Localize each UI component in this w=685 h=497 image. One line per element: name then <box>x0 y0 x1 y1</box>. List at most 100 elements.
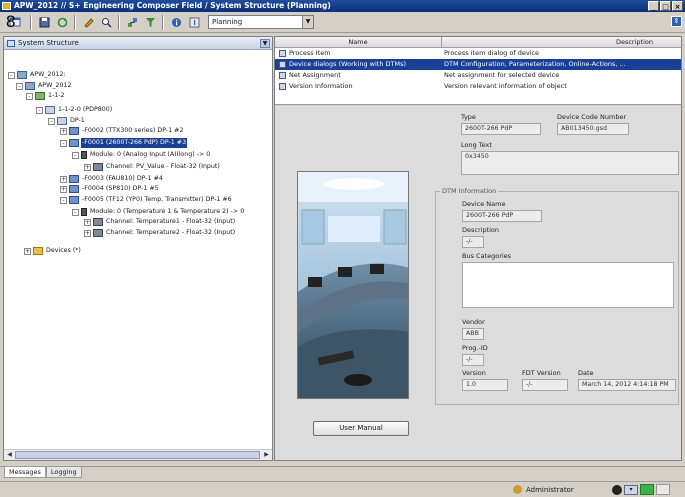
tree-node[interactable]: + Channel: PV_Value - Float-32 (Input) <box>84 162 221 172</box>
expand-icon[interactable]: + <box>60 127 67 135</box>
save-icon[interactable] <box>36 14 52 30</box>
device-code-field: AB013450.gsd <box>557 123 629 135</box>
connection-icon <box>612 484 622 495</box>
list-item[interactable]: Version Information Version relevant info… <box>275 81 681 92</box>
network-icon[interactable] <box>124 14 140 30</box>
expand-icon[interactable]: + <box>84 218 91 226</box>
horizontal-scrollbar[interactable]: ◀ ▶ <box>4 449 272 460</box>
chevron-down-icon[interactable]: ▼ <box>260 39 270 48</box>
tree-node[interactable]: + -F0002 (TTX300 series) DP-1 #2 <box>60 126 184 136</box>
bus-categories-label: Bus Categories <box>462 252 512 260</box>
tree-node[interactable]: + Devices (*) <box>24 246 82 256</box>
collapse-icon[interactable]: - <box>60 196 67 204</box>
tree-node[interactable]: - DP-1 <box>48 116 86 126</box>
details-pane: Name Description Process Item Process ite… <box>274 36 682 461</box>
close-button[interactable]: × <box>672 1 683 11</box>
app-icon <box>2 2 11 10</box>
expand-icon[interactable]: + <box>84 163 91 171</box>
tree-node[interactable]: - APW_2012: <box>8 70 67 80</box>
prog-id-field: -/- <box>462 354 484 366</box>
collapse-icon[interactable]: - <box>72 151 79 159</box>
tree-node-label: -F0003 (FAU810) DP-1 #4 <box>82 175 163 182</box>
scroll-right-icon[interactable]: ▶ <box>262 451 271 459</box>
tree-node[interactable]: - 1-1-2 <box>26 91 66 101</box>
tree-node[interactable]: - APW_2012 <box>16 81 73 91</box>
search-icon[interactable] <box>98 14 114 30</box>
help-icon[interactable] <box>186 14 202 30</box>
scroll-left-icon[interactable]: ◀ <box>5 451 14 459</box>
expand-icon[interactable]: + <box>24 247 31 255</box>
collapse-icon[interactable]: - <box>26 92 33 100</box>
collapse-icon[interactable]: - <box>8 71 15 79</box>
dev-icon <box>69 175 79 183</box>
fdt-version-field: -/- <box>522 379 568 391</box>
bus-icon <box>57 117 67 125</box>
edit-icon[interactable] <box>80 14 96 30</box>
user-manual-button[interactable]: User Manual <box>313 421 409 436</box>
bus-categories-list[interactable] <box>462 262 674 308</box>
collapse-icon[interactable]: - <box>36 106 43 114</box>
collapse-icon[interactable]: - <box>48 117 55 125</box>
list-header: Name Description <box>275 37 681 48</box>
tree-node[interactable]: - -F0005 (TF12 (YP0) Temp. Transmitter) D… <box>60 195 233 205</box>
prog-id-label: Prog.-ID <box>462 344 488 352</box>
date-field: March 14, 2012 4:14:18 PM <box>578 379 676 391</box>
refresh-icon[interactable] <box>54 14 70 30</box>
column-header-name[interactable]: Name <box>275 37 442 47</box>
toolbar-separator <box>30 14 32 30</box>
info-icon[interactable] <box>168 14 184 30</box>
tree-node-label: Devices (*) <box>46 247 81 254</box>
tree-node-label: 1-1-2 <box>48 92 65 99</box>
dev-icon <box>69 196 79 204</box>
type-field: 2600T-266 PdP <box>461 123 541 135</box>
list-item-name: Device dialogs (Working with DTMs) <box>289 60 407 68</box>
list-item-description: Net assignment for selected device <box>444 71 560 79</box>
collapse-panel-icon[interactable]: ⇕ <box>671 16 682 27</box>
function-list: Name Description Process Item Process ite… <box>275 37 681 105</box>
list-item-name: Net Assignment <box>289 71 341 79</box>
tree-node-label: Channel: Temperature2 - Float-32 (Input) <box>106 229 236 236</box>
list-item-description: DTM Configuration, Parameterization, Onl… <box>444 60 626 68</box>
filter-icon[interactable] <box>142 14 158 30</box>
minimize-button[interactable]: _ <box>648 1 659 11</box>
mode-select[interactable]: Planning ▼ <box>208 15 314 29</box>
tree-node-label: APW_2012 <box>38 82 72 89</box>
proj-icon <box>25 82 35 90</box>
tree-node[interactable]: - Module: 0 (Temperature 1 & Temperature … <box>72 207 245 217</box>
tree-node-label: Channel: Temperature1 - Float-32 (Input) <box>106 218 236 225</box>
tree-node[interactable]: - 1-1-2-0 (PDP800) <box>36 105 113 115</box>
list-item[interactable]: Process Item Process item dialog of devic… <box>275 48 681 59</box>
list-item[interactable]: Device dialogs (Working with DTMs) DTM Co… <box>275 59 681 70</box>
list-item[interactable]: Net Assignment Net assignment for selecte… <box>275 70 681 81</box>
list-item-name-cell: Version Information <box>275 81 442 92</box>
version-label: Version <box>462 369 486 377</box>
device-photo <box>297 171 409 399</box>
status-slot-icon <box>656 484 670 495</box>
tree-node[interactable]: + Channel: Temperature1 - Float-32 (Input… <box>84 217 236 227</box>
chan-icon <box>93 218 103 226</box>
tree-node-label: Module: 0 (Analog Input (AI)long) -> 0 <box>90 151 211 158</box>
column-header-description[interactable]: Description <box>442 37 681 47</box>
system-structure-pane: System Structure ▼ - APW_2012: - APW_2012-1… <box>3 36 273 461</box>
bus-icon <box>45 106 55 114</box>
expand-icon[interactable]: + <box>60 175 67 183</box>
scrollbar-thumb[interactable] <box>15 451 260 459</box>
collapse-icon[interactable]: - <box>16 82 23 90</box>
tree-node[interactable]: + -F0003 (FAU810) DP-1 #4 <box>60 174 164 184</box>
row-icon <box>279 72 286 79</box>
vendor-field: ABB <box>462 328 484 340</box>
list-item-name-cell: Process Item <box>275 48 442 59</box>
tab-messages[interactable]: Messages <box>4 467 46 478</box>
tab-logging[interactable]: Logging <box>45 467 82 478</box>
tree-node[interactable]: - -F0001 (2600T-266 PdP) DP-1 #3 <box>60 138 188 148</box>
tree-node[interactable]: - Module: 0 (Analog Input (AI)long) -> 0 <box>72 150 211 160</box>
tree-node-label: -F0005 (TF12 (YP0) Temp. Transmitter) DP… <box>82 196 232 203</box>
expand-icon[interactable]: + <box>60 185 67 193</box>
tree-node[interactable]: + -F0004 (SP810) DP-1 #5 <box>60 184 160 194</box>
chevron-down-icon[interactable]: ▼ <box>302 16 313 28</box>
maximize-button[interactable]: □ <box>660 1 671 11</box>
collapse-icon[interactable]: - <box>72 208 79 216</box>
expand-icon[interactable]: + <box>84 229 91 237</box>
collapse-icon[interactable]: - <box>60 139 67 147</box>
tree-node[interactable]: + Channel: Temperature2 - Float-32 (Input… <box>84 228 236 238</box>
